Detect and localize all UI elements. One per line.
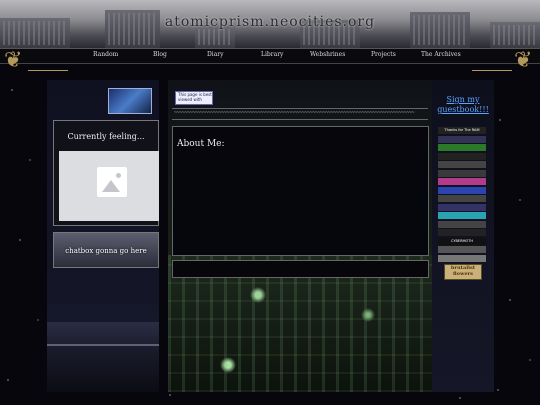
night-sea-image bbox=[47, 322, 159, 392]
nav-item-diary[interactable]: Diary bbox=[207, 51, 224, 58]
chatbox-placeholder: chatbox gonna go here bbox=[53, 232, 159, 268]
stamp-button[interactable] bbox=[438, 212, 486, 219]
flourish-line bbox=[472, 70, 512, 71]
nav-item-webshrines[interactable]: Webshrines bbox=[310, 51, 345, 58]
flourish-ornament-icon: ❦ bbox=[4, 48, 23, 73]
blinkie-button[interactable] bbox=[108, 88, 152, 114]
stamp-button[interactable] bbox=[438, 229, 486, 236]
stamp-button[interactable] bbox=[438, 152, 486, 160]
stamp-button[interactable]: CYBERMOTH bbox=[438, 237, 486, 245]
divider-line bbox=[172, 119, 428, 120]
stamp-button[interactable] bbox=[438, 254, 486, 262]
best-viewed-badge[interactable]: This page is best viewed with bbox=[175, 91, 213, 105]
nav-item-archives[interactable]: The Archives bbox=[421, 51, 461, 58]
nav-item-library[interactable]: Library bbox=[261, 51, 283, 58]
stamp-button[interactable] bbox=[438, 195, 486, 202]
currently-feeling-title: Currently feeling... bbox=[67, 132, 145, 141]
stamp-button[interactable]: Thanks for The RAM bbox=[438, 127, 486, 134]
center-bottom-strip bbox=[172, 260, 429, 278]
stamp-button[interactable] bbox=[438, 178, 486, 185]
stamp-button[interactable] bbox=[438, 186, 486, 194]
nav-item-random[interactable]: Random bbox=[93, 51, 118, 58]
nav-bar: Random Blog Diary Library Webshrines Pro… bbox=[0, 48, 540, 64]
stamp-button[interactable] bbox=[438, 203, 486, 211]
stamp-button[interactable] bbox=[438, 220, 486, 228]
tilde-divider: ~~~~~~~~~~~~~~~~~~~~~~~~~~~~~~~~~~~~~~~~… bbox=[174, 110, 415, 116]
nav-item-blog[interactable]: Blog bbox=[153, 51, 167, 58]
flourish-ornament-icon: ❦ bbox=[514, 48, 533, 73]
guestbook-link[interactable]: Sign my guestbook!!! bbox=[434, 95, 492, 115]
image-placeholder bbox=[59, 151, 159, 221]
site-title: atomicprism.neocities.org bbox=[164, 14, 376, 30]
image-placeholder-icon bbox=[97, 167, 127, 197]
about-me-panel: About Me: bbox=[172, 126, 429, 256]
stamp-button[interactable] bbox=[438, 144, 486, 151]
divider-line bbox=[172, 108, 428, 109]
about-me-heading: About Me: bbox=[177, 139, 225, 149]
stamp-button[interactable] bbox=[438, 135, 486, 143]
currently-feeling-box: Currently feeling... bbox=[53, 120, 159, 226]
stamp-button[interactable] bbox=[438, 169, 486, 177]
nav-item-projects[interactable]: Projects bbox=[371, 51, 396, 58]
brutalist-flowers-stamp[interactable]: brutalist flowers bbox=[444, 264, 482, 280]
stamp-button[interactable] bbox=[438, 246, 486, 253]
site-header: atomicprism.neocities.org bbox=[0, 0, 540, 48]
stamp-button[interactable] bbox=[438, 161, 486, 168]
chatbox-label: chatbox gonna go here bbox=[65, 247, 147, 255]
flourish-line bbox=[28, 70, 68, 71]
